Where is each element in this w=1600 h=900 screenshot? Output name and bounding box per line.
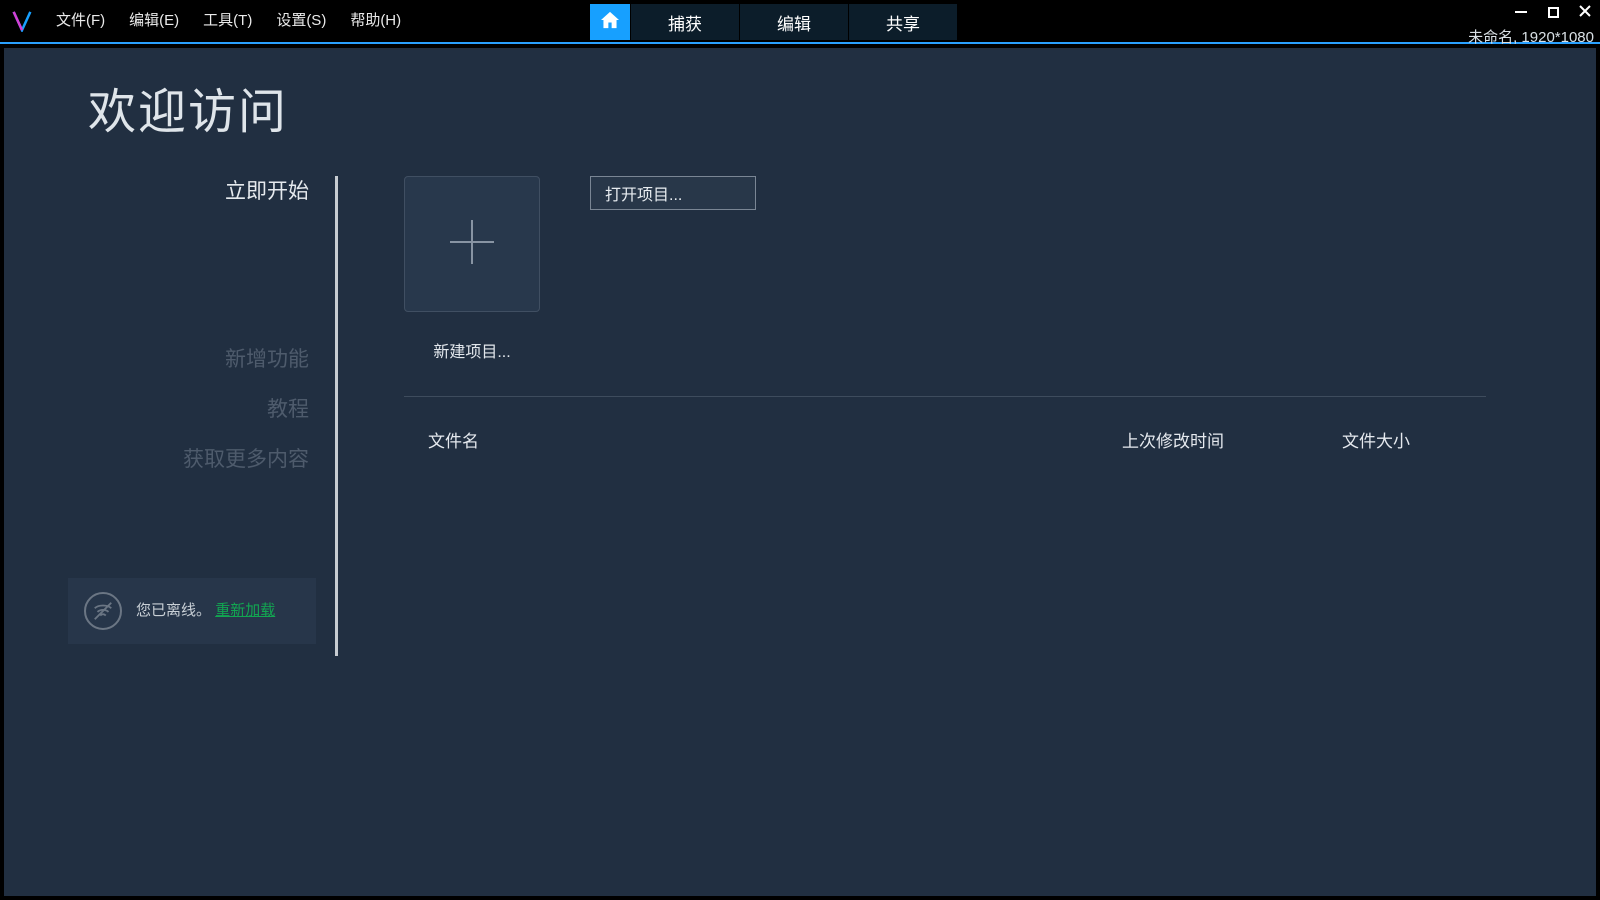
offline-message: 您已离线。	[136, 602, 211, 619]
divider	[404, 396, 1486, 397]
menu-settings[interactable]: 设置(S)	[264, 0, 338, 43]
col-header-size: 文件大小	[1342, 427, 1462, 452]
menu-help[interactable]: 帮助(H)	[338, 0, 413, 43]
app-window: 文件(F) 编辑(E) 工具(T) 设置(S) 帮助(H) 捕获 编辑 共享	[0, 0, 1600, 900]
welcome-body: 欢迎访问 立即开始 新增功能 教程 获取更多内容 您已离线。	[4, 48, 1596, 896]
col-header-filename: 文件名	[428, 427, 1122, 452]
tab-capture[interactable]: 捕获	[631, 4, 739, 40]
new-project-label: 新建项目...	[433, 338, 510, 362]
new-project-box	[404, 176, 540, 312]
plus-icon	[444, 214, 500, 275]
project-status-label: 未命名, 1920*1080	[1468, 26, 1594, 47]
minimize-button[interactable]	[1512, 3, 1530, 21]
maximize-icon	[1548, 7, 1559, 18]
menubar: 文件(F) 编辑(E) 工具(T) 设置(S) 帮助(H)	[44, 0, 413, 43]
tab-home[interactable]	[590, 4, 630, 40]
sidenav-whats-new[interactable]: 新增功能	[68, 344, 335, 376]
welcome-sidenav: 立即开始 新增功能 教程 获取更多内容 您已离线。 重新加载	[68, 176, 338, 656]
offline-reload-link[interactable]: 重新加载	[215, 602, 275, 619]
titlebar: 文件(F) 编辑(E) 工具(T) 设置(S) 帮助(H) 捕获 编辑 共享	[0, 0, 1600, 44]
welcome-title: 欢迎访问	[88, 72, 288, 142]
sidenav-get-more[interactable]: 获取更多内容	[68, 444, 335, 476]
maximize-button[interactable]	[1544, 3, 1562, 21]
menu-tools[interactable]: 工具(T)	[191, 0, 264, 43]
menu-file[interactable]: 文件(F)	[44, 0, 117, 43]
app-logo-icon	[0, 0, 44, 43]
tab-edit[interactable]: 编辑	[740, 4, 848, 40]
window-controls	[1512, 0, 1594, 24]
main-tabs: 捕获 编辑 共享	[590, 4, 958, 40]
sidenav-start-now[interactable]: 立即开始	[68, 176, 335, 208]
tab-share[interactable]: 共享	[849, 4, 957, 40]
close-icon	[1579, 4, 1591, 21]
home-icon	[600, 11, 620, 34]
offline-panel: 您已离线。 重新加载	[68, 578, 316, 644]
offline-text: 您已离线。 重新加载	[136, 601, 275, 621]
menu-edit[interactable]: 编辑(E)	[117, 0, 191, 43]
open-project-button[interactable]: 打开项目...	[590, 176, 756, 210]
welcome-content: 新建项目... 打开项目... 文件名 上次修改时间 文件大小	[404, 176, 1486, 876]
minimize-icon	[1515, 11, 1527, 13]
col-header-modified: 上次修改时间	[1122, 427, 1342, 452]
new-project-card[interactable]: 新建项目...	[404, 176, 540, 362]
file-list-header: 文件名 上次修改时间 文件大小	[404, 421, 1486, 458]
close-button[interactable]	[1576, 3, 1594, 21]
offline-icon	[84, 592, 122, 630]
sidenav-tutorials[interactable]: 教程	[68, 394, 335, 426]
